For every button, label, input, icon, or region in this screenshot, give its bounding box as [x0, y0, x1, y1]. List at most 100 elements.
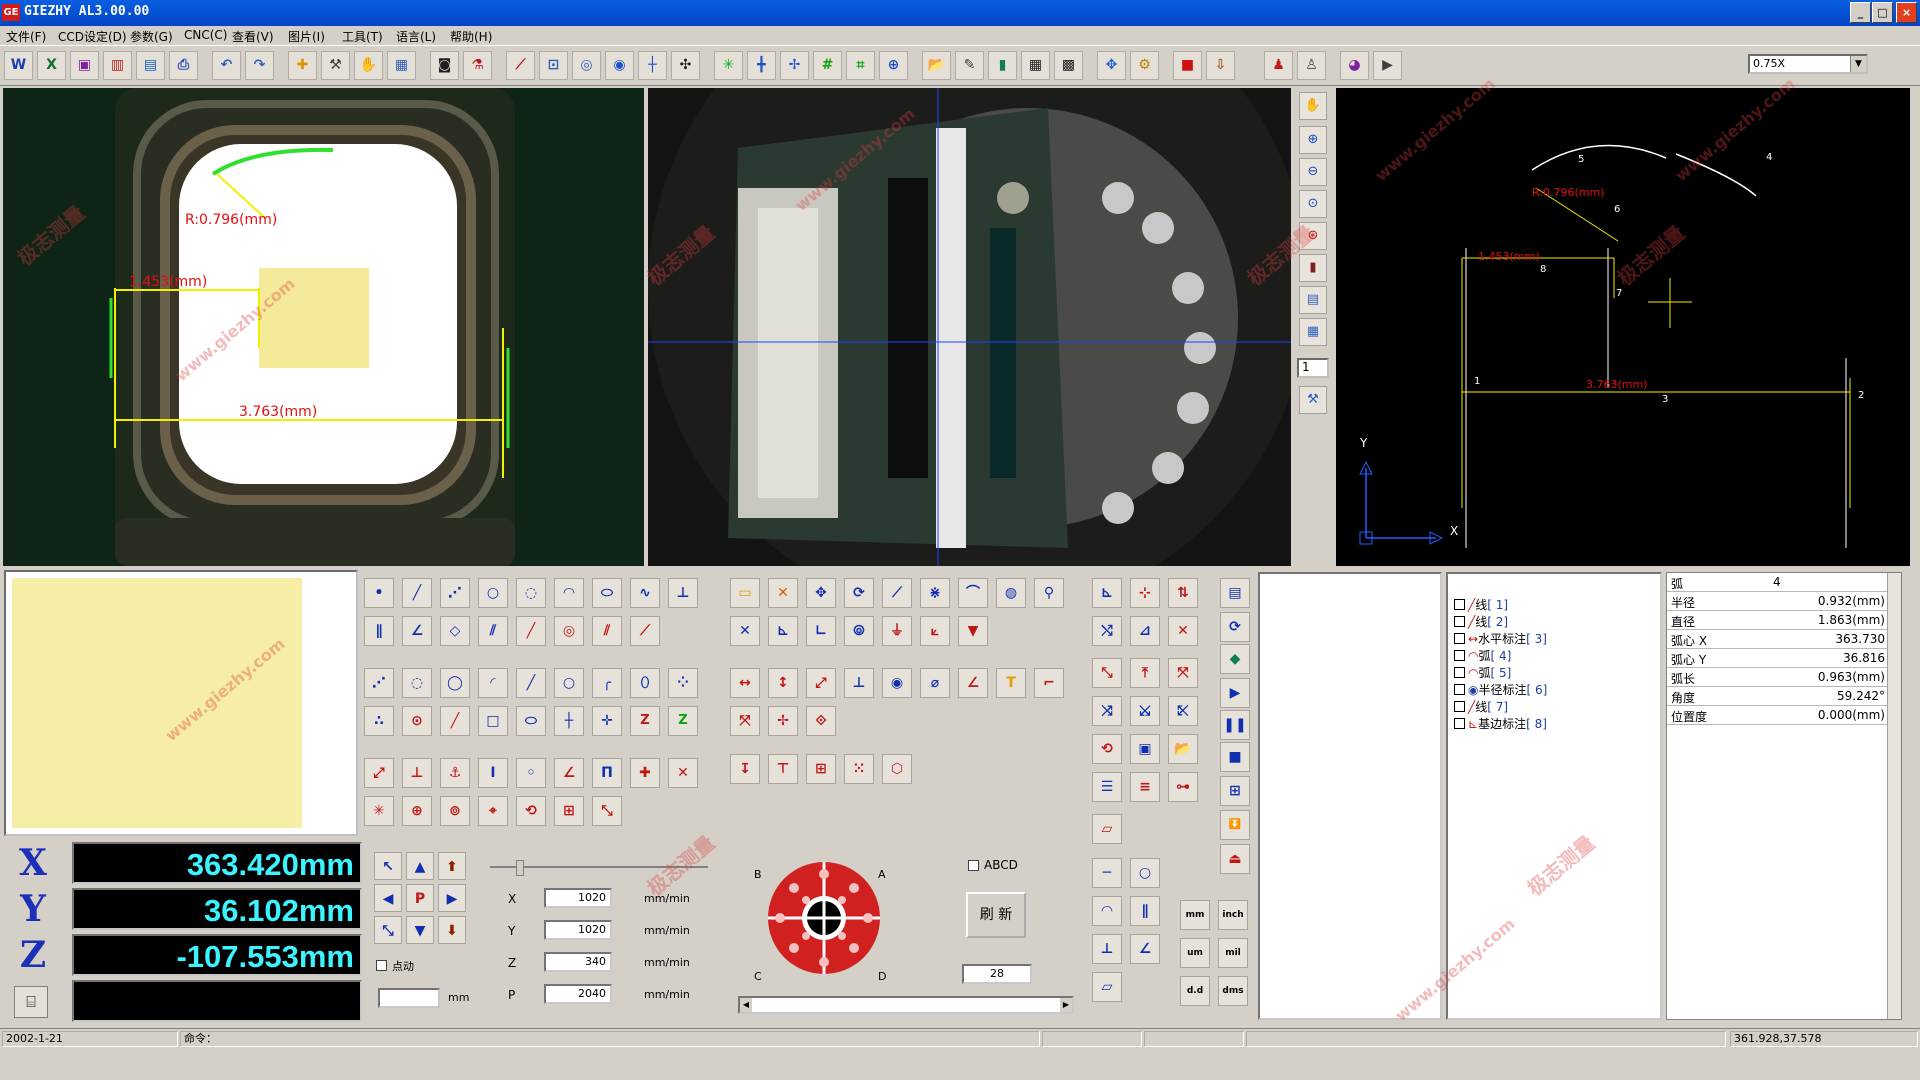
- oval-tool-icon[interactable]: ⬯: [630, 668, 660, 698]
- radius-dim-tool-icon[interactable]: ◉: [882, 668, 912, 698]
- target-cross-tool-icon[interactable]: ⊕: [402, 796, 432, 826]
- pick-tool-icon[interactable]: ⚒: [321, 51, 350, 80]
- camera-view-left[interactable]: R:0.796(mm) 1.453(mm) 3.763(mm): [3, 88, 644, 566]
- speed-slider-thumb[interactable]: [516, 860, 524, 876]
- film-icon[interactable]: ▮: [988, 51, 1017, 80]
- auto-line-tool-icon[interactable]: ⋰: [364, 668, 394, 698]
- feed-z-input[interactable]: 340: [544, 952, 612, 972]
- delete-tool-icon[interactable]: ✕: [768, 578, 798, 608]
- zoom-fit-icon[interactable]: ⊛: [1299, 222, 1327, 250]
- i-beam-tool-icon[interactable]: I: [478, 758, 508, 788]
- axis-origin-tool-icon[interactable]: ⌖: [478, 796, 508, 826]
- perpendicular-tool-icon[interactable]: ⊥: [668, 578, 698, 608]
- probe-mode-icon[interactable]: ⌸: [14, 986, 48, 1018]
- item-checkbox[interactable]: [1454, 701, 1465, 712]
- arrow-left-icon[interactable]: ◀: [374, 884, 402, 912]
- stop-icon[interactable]: ■: [1220, 742, 1250, 772]
- axis-circle-tool-icon[interactable]: ⦾: [844, 616, 874, 646]
- diamond-tool-icon[interactable]: ◇: [440, 616, 470, 646]
- page-input[interactable]: 1: [1297, 358, 1329, 378]
- feed-x-input[interactable]: 1020: [544, 888, 612, 908]
- play-icon[interactable]: ▶: [1220, 678, 1250, 708]
- coord-list-icon[interactable]: ☰: [1092, 772, 1122, 802]
- leader-tool-icon[interactable]: ⌐: [1034, 668, 1064, 698]
- ruler-grid-tool-icon[interactable]: ⊞: [554, 796, 584, 826]
- double-line-tool-icon[interactable]: ⫽: [592, 616, 622, 646]
- gear-target-icon[interactable]: ⚙: [1130, 51, 1159, 80]
- circle-cross-icon[interactable]: ⊕: [879, 51, 908, 80]
- point-dim-tool-icon[interactable]: ↧: [730, 754, 760, 784]
- list-item[interactable]: ⊾基边标注[ 8]: [1454, 715, 1547, 732]
- light-level-input[interactable]: 28: [962, 964, 1032, 984]
- arrow-z-down-icon[interactable]: ⬇: [438, 916, 466, 944]
- chart-edit-icon[interactable]: ✎: [955, 51, 984, 80]
- prop-row[interactable]: 位置度 0.000(mm): [1667, 706, 1887, 725]
- menu-help[interactable]: 帮助(H): [450, 28, 492, 45]
- rotate-tool-icon[interactable]: ⟳: [844, 578, 874, 608]
- grid-view-icon[interactable]: ▦: [1299, 318, 1327, 346]
- line-cross-tool-icon[interactable]: ⋇: [920, 578, 950, 608]
- redo-icon[interactable]: ↷: [245, 51, 274, 80]
- magnify-shape-tool-icon[interactable]: ⚲: [1034, 578, 1064, 608]
- item-checkbox[interactable]: [1454, 684, 1465, 695]
- zoom-out-icon[interactable]: ⊖: [1299, 158, 1327, 186]
- coord-stack-icon[interactable]: ≡: [1130, 772, 1160, 802]
- auto-circle-tool-icon[interactable]: ◌: [402, 668, 432, 698]
- corner-arc-tool-icon[interactable]: ╭: [592, 668, 622, 698]
- coord-save-icon[interactable]: ▣: [1130, 734, 1160, 764]
- menu-ccd[interactable]: CCD设定(D): [58, 28, 127, 45]
- table-alt-icon[interactable]: ▩: [1054, 51, 1083, 80]
- list-item[interactable]: ╱线[ 2]: [1454, 613, 1508, 630]
- line-tool-icon[interactable]: ╱: [402, 578, 432, 608]
- coord-open-icon[interactable]: 📂: [1168, 734, 1198, 764]
- unit-mil-button[interactable]: mil: [1218, 938, 1248, 968]
- unit-mm-button[interactable]: mm: [1180, 900, 1210, 930]
- slot-tool-icon[interactable]: ⬭: [516, 706, 546, 736]
- coord-curve-icon[interactable]: ✕: [1168, 616, 1198, 646]
- item-checkbox[interactable]: [1454, 667, 1465, 678]
- list-item[interactable]: ◠弧[ 5]: [1454, 664, 1511, 681]
- zoom-in-icon[interactable]: ⊕: [1299, 126, 1327, 154]
- report-icon[interactable]: ▤: [136, 51, 165, 80]
- coord-axis-icon[interactable]: ⊶: [1168, 772, 1198, 802]
- list-item[interactable]: ◉半径标注[ 6]: [1454, 681, 1547, 698]
- axis-l-tool-icon[interactable]: ⊾: [768, 616, 798, 646]
- height-probe-tool-icon[interactable]: ⏚: [882, 616, 912, 646]
- angle-dim-tool-icon[interactable]: ∠: [958, 668, 988, 698]
- scroll-right-icon[interactable]: ▶: [1060, 998, 1072, 1012]
- coord-shift-x-icon[interactable]: ⤩: [1130, 696, 1160, 726]
- print-icon[interactable]: ⎙: [169, 51, 198, 80]
- item-checkbox[interactable]: [1454, 599, 1465, 610]
- video-camera-icon[interactable]: ▶: [1373, 51, 1402, 80]
- mesh-cross-icon[interactable]: ✢: [780, 51, 809, 80]
- crosshair-icon[interactable]: ┼: [638, 51, 667, 80]
- dot-grid-dim-tool-icon[interactable]: ⁙: [844, 754, 874, 784]
- circle-target-icon[interactable]: ◎: [572, 51, 601, 80]
- coord-xy-icon[interactable]: ⊾: [1092, 578, 1122, 608]
- p-button[interactable]: P: [406, 884, 434, 912]
- prop-row[interactable]: 角度 59.242°: [1667, 687, 1887, 706]
- unit-um-button[interactable]: um: [1180, 938, 1210, 968]
- probe-tip-tool-icon[interactable]: ▼: [958, 616, 988, 646]
- center-point-tool-icon[interactable]: ⊙: [402, 706, 432, 736]
- grid-icon[interactable]: ▦: [387, 51, 416, 80]
- pause-icon[interactable]: ❚❚: [1220, 710, 1250, 740]
- circle-shape-icon[interactable]: ○: [1130, 858, 1160, 888]
- select-box-tool-icon[interactable]: ▭: [730, 578, 760, 608]
- height-dim-tool-icon[interactable]: ⊤: [768, 754, 798, 784]
- line-green-tool-icon[interactable]: ⟋: [630, 616, 660, 646]
- slant-line-tool-icon[interactable]: ╱: [516, 668, 546, 698]
- menu-params[interactable]: 参数(G): [130, 28, 173, 45]
- cross-point-tool-icon[interactable]: ┼: [554, 706, 584, 736]
- save-icon[interactable]: ▣: [70, 51, 99, 80]
- point-tool-icon[interactable]: •: [364, 578, 394, 608]
- list-item[interactable]: ◠弧[ 4]: [1454, 647, 1511, 664]
- circle-green-tool-icon[interactable]: ◎: [554, 616, 584, 646]
- light-scrollbar[interactable]: ◀ ▶: [738, 996, 1074, 1014]
- edge-tool-icon[interactable]: ⟋: [506, 51, 535, 80]
- layout-icon[interactable]: ⊞: [1220, 776, 1250, 806]
- cross-dim-tool-icon[interactable]: ✢: [768, 706, 798, 736]
- arrow-z-up-icon[interactable]: ⬆: [438, 852, 466, 880]
- parallelogram-shape-icon[interactable]: ▱: [1092, 972, 1122, 1002]
- vertical-distance-tool-icon[interactable]: ⊥: [402, 758, 432, 788]
